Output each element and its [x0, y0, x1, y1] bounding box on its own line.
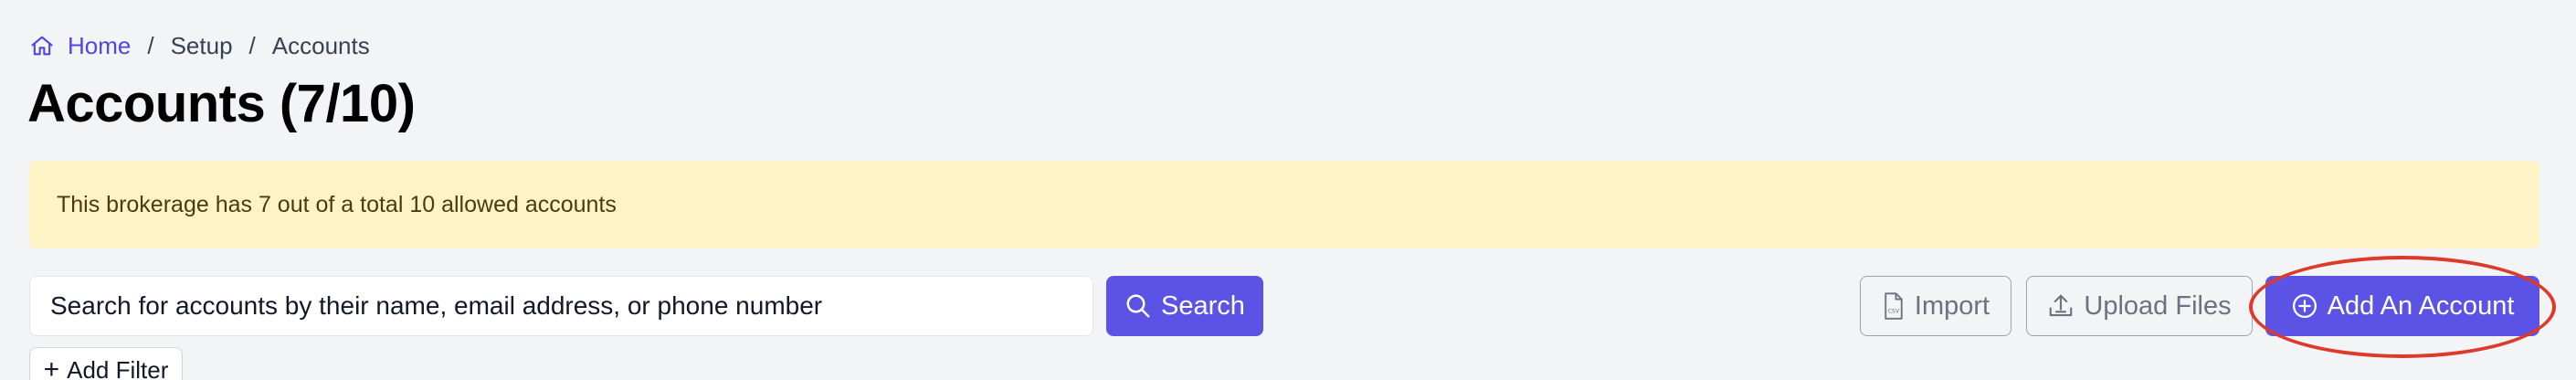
page-title: Accounts (7/10) — [27, 74, 416, 133]
accounts-page: Home / Setup / Accounts Accounts (7/10) … — [0, 0, 2576, 380]
search-input[interactable] — [29, 276, 1093, 336]
breadcrumb-setup: Setup — [170, 31, 233, 59]
upload-files-button[interactable]: Upload Files — [2026, 276, 2253, 336]
search-button-label: Search — [1161, 290, 1245, 321]
breadcrumb-separator: / — [147, 31, 154, 59]
account-limit-alert: This brokerage has 7 out of a total 10 a… — [29, 161, 2539, 248]
import-button-label: Import — [1914, 290, 1990, 321]
import-button[interactable]: CSV Import — [1860, 276, 2011, 336]
breadcrumb-current: Accounts — [271, 31, 370, 59]
upload-files-label: Upload Files — [2084, 290, 2232, 321]
breadcrumb-home-link[interactable]: Home — [68, 32, 131, 60]
add-filter-label: Add Filter — [67, 355, 169, 380]
home-icon[interactable] — [29, 33, 55, 58]
upload-icon — [2047, 292, 2075, 320]
add-account-label: Add An Account — [2327, 290, 2515, 321]
svg-text:CSV: CSV — [1888, 309, 1900, 315]
alert-message: This brokerage has 7 out of a total 10 a… — [57, 191, 617, 217]
search-icon — [1124, 292, 1152, 320]
add-account-button[interactable]: Add An Account — [2265, 276, 2539, 336]
breadcrumb-separator: / — [248, 31, 256, 59]
plus-circle-icon — [2291, 292, 2318, 320]
breadcrumb: Home / Setup / Accounts — [29, 29, 370, 62]
plus-icon: + — [43, 354, 60, 380]
csv-file-icon: CSV — [1882, 292, 1906, 320]
add-filter-button[interactable]: + Add Filter — [29, 347, 183, 380]
search-button[interactable]: Search — [1106, 276, 1263, 336]
